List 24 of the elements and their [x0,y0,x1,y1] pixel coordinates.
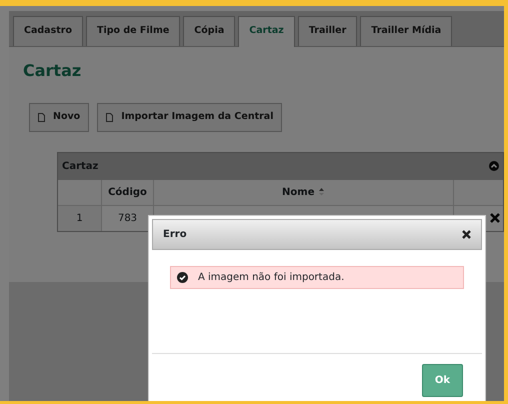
page-title: Cartaz [23,60,82,82]
tab[interactable]: Cartaz [238,16,295,48]
check-circle-icon [177,272,188,283]
collapse-icon[interactable] [489,161,499,171]
tab[interactable]: Trailler [298,16,358,46]
ok-button[interactable]: Ok [422,364,463,397]
document-icon [38,112,45,122]
tab[interactable]: Trailler Mídia [360,16,452,46]
sort-icon[interactable] [318,187,325,196]
tab[interactable]: Cópia [183,16,236,46]
column-header[interactable]: Nome [282,186,314,198]
dialog-title: Erro [163,228,187,242]
close-icon[interactable] [462,230,471,239]
delete-icon[interactable] [490,212,500,223]
table-cell: 1 [76,212,83,224]
toolbar-button[interactable]: Importar Imagem da Central [97,103,282,132]
tab[interactable]: Tipo de Filme [86,16,180,46]
column-header[interactable]: Código [108,186,147,198]
toolbar-button[interactable]: Novo [29,103,90,132]
table-title: Cartaz [62,160,98,174]
tab[interactable]: Cadastro [13,16,84,46]
error-message: A imagem não foi importada. [198,271,344,285]
table-cell: 783 [118,212,138,224]
document-icon [106,112,114,122]
